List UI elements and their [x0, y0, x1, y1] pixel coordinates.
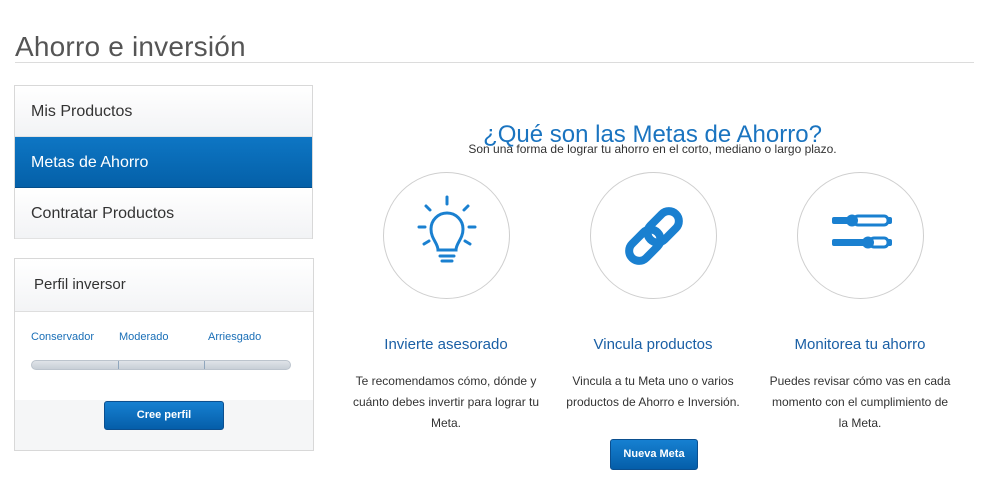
- feature-vincula: Vincula productos Vincula a tu Meta uno …: [553, 172, 753, 413]
- feature-description: Te recomendamos cómo, dónde y cuánto deb…: [352, 374, 540, 430]
- feature-icon-circle: [589, 172, 717, 299]
- feature-icon-circle: [382, 172, 510, 299]
- feature-description: Vincula a tu Meta uno o varios productos…: [566, 374, 740, 409]
- page-title: Ahorro e inversión: [15, 30, 246, 62]
- title-divider: [15, 62, 974, 63]
- new-goal-button[interactable]: Nueva Meta: [610, 439, 698, 470]
- main-subtitle: Son una forma de lograr tu ahorro en el …: [468, 142, 837, 156]
- risk-scale: Conservador Moderado Arriesgado: [15, 312, 313, 400]
- sliders-icon: [831, 214, 892, 249]
- chain-link-icon: [624, 207, 683, 265]
- risk-bar: [31, 360, 291, 370]
- risk-level-arriesgado: Arriesgado: [208, 331, 262, 343]
- feature-monitorea: Monitorea tu ahorro Puedes revisar cómo …: [760, 172, 960, 434]
- create-profile-button[interactable]: Cree perfil: [104, 401, 224, 430]
- feature-invierte: Invierte asesorado Te recomendamos cómo,…: [346, 172, 546, 434]
- risk-level-conservador: Conservador: [31, 331, 94, 343]
- lightbulb-icon: [417, 195, 476, 263]
- investor-profile-panel: Perfil inversor Conservador Moderado Arr…: [14, 258, 314, 451]
- feature-title: Monitorea tu ahorro: [794, 336, 926, 353]
- feature-description: Puedes revisar cómo vas en cada momento …: [769, 374, 951, 430]
- feature-title: Invierte asesorado: [384, 336, 508, 353]
- risk-bar-divider: [204, 361, 205, 369]
- sidebar-item-metas-de-ahorro[interactable]: Metas de Ahorro: [15, 137, 312, 188]
- risk-level-moderado: Moderado: [119, 331, 169, 343]
- sidebar-item-contratar-productos[interactable]: Contratar Productos: [15, 188, 312, 239]
- sidebar-nav: Mis Productos Metas de Ahorro Contratar …: [14, 85, 313, 239]
- feature-title: Vincula productos: [593, 336, 713, 353]
- risk-bar-divider: [118, 361, 119, 369]
- feature-icon-circle: [796, 172, 924, 299]
- sidebar-item-mis-productos[interactable]: Mis Productos: [15, 86, 312, 137]
- investor-profile-title: Perfil inversor: [15, 259, 313, 312]
